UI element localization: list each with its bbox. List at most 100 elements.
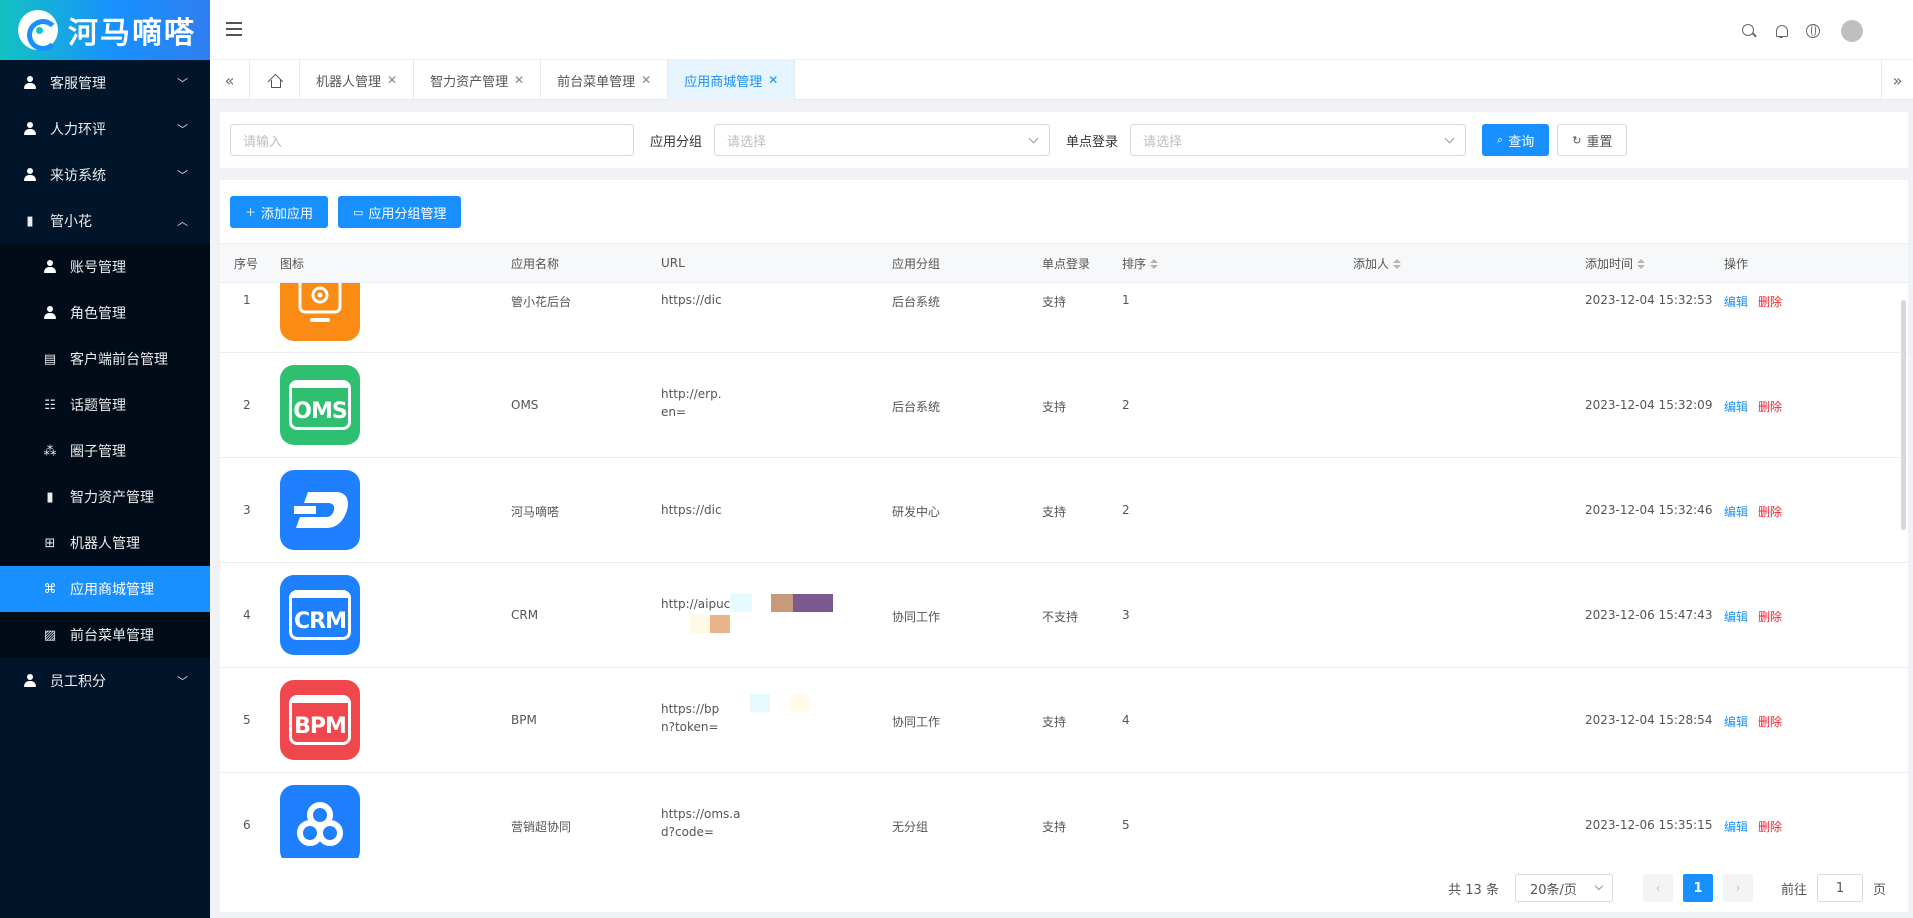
col-added-time-label: 添加时间 [1585, 256, 1634, 271]
menu-toggle-icon[interactable] [226, 22, 242, 36]
edit-link[interactable]: 编辑 [1724, 505, 1748, 519]
sidebar-item-hr[interactable]: 人力环评 ﹀ [0, 106, 210, 152]
table-row: 3 河马嘀嗒 https://dic 研发中心 支持 2 2023-12-04 … [220, 458, 1908, 563]
query-button[interactable]: ⌕ 查询 [1482, 124, 1550, 156]
edit-link[interactable]: 编辑 [1724, 610, 1748, 624]
page-size-select[interactable]: 20条/页 [1514, 874, 1613, 902]
cell-group: 协同工作 [892, 610, 941, 624]
avatar[interactable] [1841, 20, 1863, 42]
table-scrollbar[interactable] [1901, 300, 1906, 530]
sidebar-item-accounts[interactable]: 账号管理 [0, 244, 210, 290]
col-adder[interactable]: 添加人 [1353, 255, 1402, 272]
tab-frontend-menu[interactable]: 前台菜单管理 ✕ [541, 60, 669, 100]
next-page-button[interactable]: › [1722, 874, 1753, 902]
reset-button[interactable]: ↻ 重置 [1557, 124, 1628, 156]
page-number-current[interactable]: 1 [1682, 874, 1713, 902]
sidebar-item-app-store[interactable]: ⌘ 应用商城管理 [0, 566, 210, 612]
image-icon: ▨ [43, 627, 57, 643]
close-icon[interactable]: ✕ [387, 73, 397, 87]
close-icon[interactable]: ✕ [641, 73, 651, 87]
bpm-icon: BPM [280, 680, 360, 760]
prev-page-button[interactable]: ‹ [1642, 874, 1673, 902]
close-icon[interactable]: ✕ [768, 73, 778, 87]
group-manage-button[interactable]: ▭ 应用分组管理 [338, 196, 462, 228]
pagination: 共 13 条 20条/页 ‹ 1 › 前往 1 页 [1448, 874, 1886, 902]
cell-url: https://oms.a d?code= [661, 807, 740, 843]
keyword-placeholder: 请输入 [243, 134, 283, 150]
sidebar-item-roles[interactable]: 角色管理 [0, 290, 210, 336]
globe-icon[interactable] [1805, 23, 1821, 39]
url-line-1: http://erp. [661, 387, 722, 401]
cell-group: 后台系统 [892, 400, 941, 414]
sso-select[interactable]: 请选择 [1130, 124, 1467, 156]
book-icon: ▮ [26, 213, 34, 229]
cell-name: OMS [511, 398, 539, 412]
tab-intellectual-assets[interactable]: 智力资产管理 ✕ [414, 60, 542, 100]
table-icon: ☷ [44, 397, 56, 413]
cell-url: https://dic [661, 503, 722, 517]
cell-index: 6 [243, 818, 251, 832]
sidebar-item-customer-service[interactable]: 客服管理 ﹀ [0, 60, 210, 106]
delete-link[interactable]: 删除 [1758, 400, 1782, 414]
sidebar-item-label: 角色管理 [70, 306, 126, 322]
edit-link[interactable]: 编辑 [1724, 715, 1748, 729]
cell-name: BPM [511, 713, 537, 727]
crm-icon-label: CRM [294, 609, 347, 634]
sidebar-item-robots[interactable]: ⊞ 机器人管理 [0, 520, 210, 566]
col-added-time[interactable]: 添加时间 [1585, 255, 1646, 272]
main-content: ＋ 添加应用 ▭ 应用分组管理 序号 图标 应用名称 URL 应用分组 单点登录… [220, 180, 1908, 912]
col-name: 应用名称 [511, 256, 560, 271]
sidebar-item-label: 账号管理 [70, 260, 126, 276]
tabs-scroll-right-icon[interactable]: » [1881, 60, 1913, 100]
tab-home[interactable] [250, 60, 300, 100]
sort-icon[interactable] [1150, 259, 1159, 269]
cell-actions: 编辑 删除 [1724, 608, 1782, 625]
table-row: 6 营销超协同 https://oms.a d?code= 无分组 支持 5 20… [220, 773, 1908, 858]
toolbar: ＋ 添加应用 ▭ 应用分组管理 [230, 196, 462, 228]
delete-link[interactable]: 删除 [1758, 610, 1782, 624]
col-adder-label: 添加人 [1353, 256, 1390, 271]
plus-icon: ＋ [245, 206, 256, 219]
search-icon[interactable] [1741, 23, 1757, 39]
crm-icon: CRM [280, 575, 360, 655]
sidebar-item-visitor[interactable]: 来访系统 ﹀ [0, 152, 210, 198]
close-icon[interactable]: ✕ [514, 73, 524, 87]
cell-sort: 2 [1122, 398, 1130, 412]
sidebar-item-frontend-menu[interactable]: ▨ 前台菜单管理 [0, 612, 210, 658]
add-app-button[interactable]: ＋ 添加应用 [230, 196, 329, 228]
sidebar-item-employee-points[interactable]: 员工积分 ﹀ [0, 658, 210, 704]
edit-link[interactable]: 编辑 [1724, 820, 1748, 834]
sidebar-item-label: 管小花 [50, 214, 92, 230]
edit-link[interactable]: 编辑 [1724, 295, 1748, 309]
sidebar-item-client-frontend[interactable]: ▤ 客户端前台管理 [0, 336, 210, 382]
delete-link[interactable]: 删除 [1758, 505, 1782, 519]
tab-robots[interactable]: 机器人管理 ✕ [300, 60, 415, 100]
cell-group: 后台系统 [892, 295, 941, 309]
url-line-2: n?token= [661, 720, 719, 734]
sort-icon[interactable] [1393, 259, 1402, 269]
tab-app-store[interactable]: 应用商城管理 ✕ [668, 60, 796, 100]
sidebar-item-circles[interactable]: ⁂ 圈子管理 [0, 428, 210, 474]
sort-icon[interactable] [1637, 259, 1646, 269]
delete-link[interactable]: 删除 [1758, 295, 1782, 309]
cell-group: 协同工作 [892, 715, 941, 729]
brand-logo[interactable]: 河马嘀嗒 [0, 0, 210, 60]
cell-sort: 3 [1122, 608, 1130, 622]
dash-icon [280, 470, 360, 550]
keyword-input[interactable]: 请输入 [230, 124, 634, 156]
goto-page-input[interactable]: 1 [1816, 874, 1863, 902]
cell-name: CRM [511, 608, 539, 622]
sidebar-item-topics[interactable]: ☷ 话题管理 [0, 382, 210, 428]
apps-table: 序号 图标 应用名称 URL 应用分组 单点登录 排序 添加人 添加时间 操作 [220, 243, 1908, 283]
sidebar-item-guanxiaohua[interactable]: ▮ 管小花 ︿ [0, 198, 210, 244]
col-sort[interactable]: 排序 [1122, 255, 1159, 272]
sidebar-item-intellectual-assets[interactable]: ▮ 智力资产管理 [0, 474, 210, 520]
bell-icon[interactable] [1773, 23, 1789, 39]
group-select[interactable]: 请选择 [714, 124, 1051, 156]
app-grid-icon: ⌘ [43, 581, 57, 597]
delete-link[interactable]: 删除 [1758, 715, 1782, 729]
edit-link[interactable]: 编辑 [1724, 400, 1748, 414]
cell-added-time: 2023-12-04 15:32:53 [1585, 293, 1713, 307]
delete-link[interactable]: 删除 [1758, 820, 1782, 834]
tabs-scroll-left-icon[interactable]: « [210, 60, 250, 100]
